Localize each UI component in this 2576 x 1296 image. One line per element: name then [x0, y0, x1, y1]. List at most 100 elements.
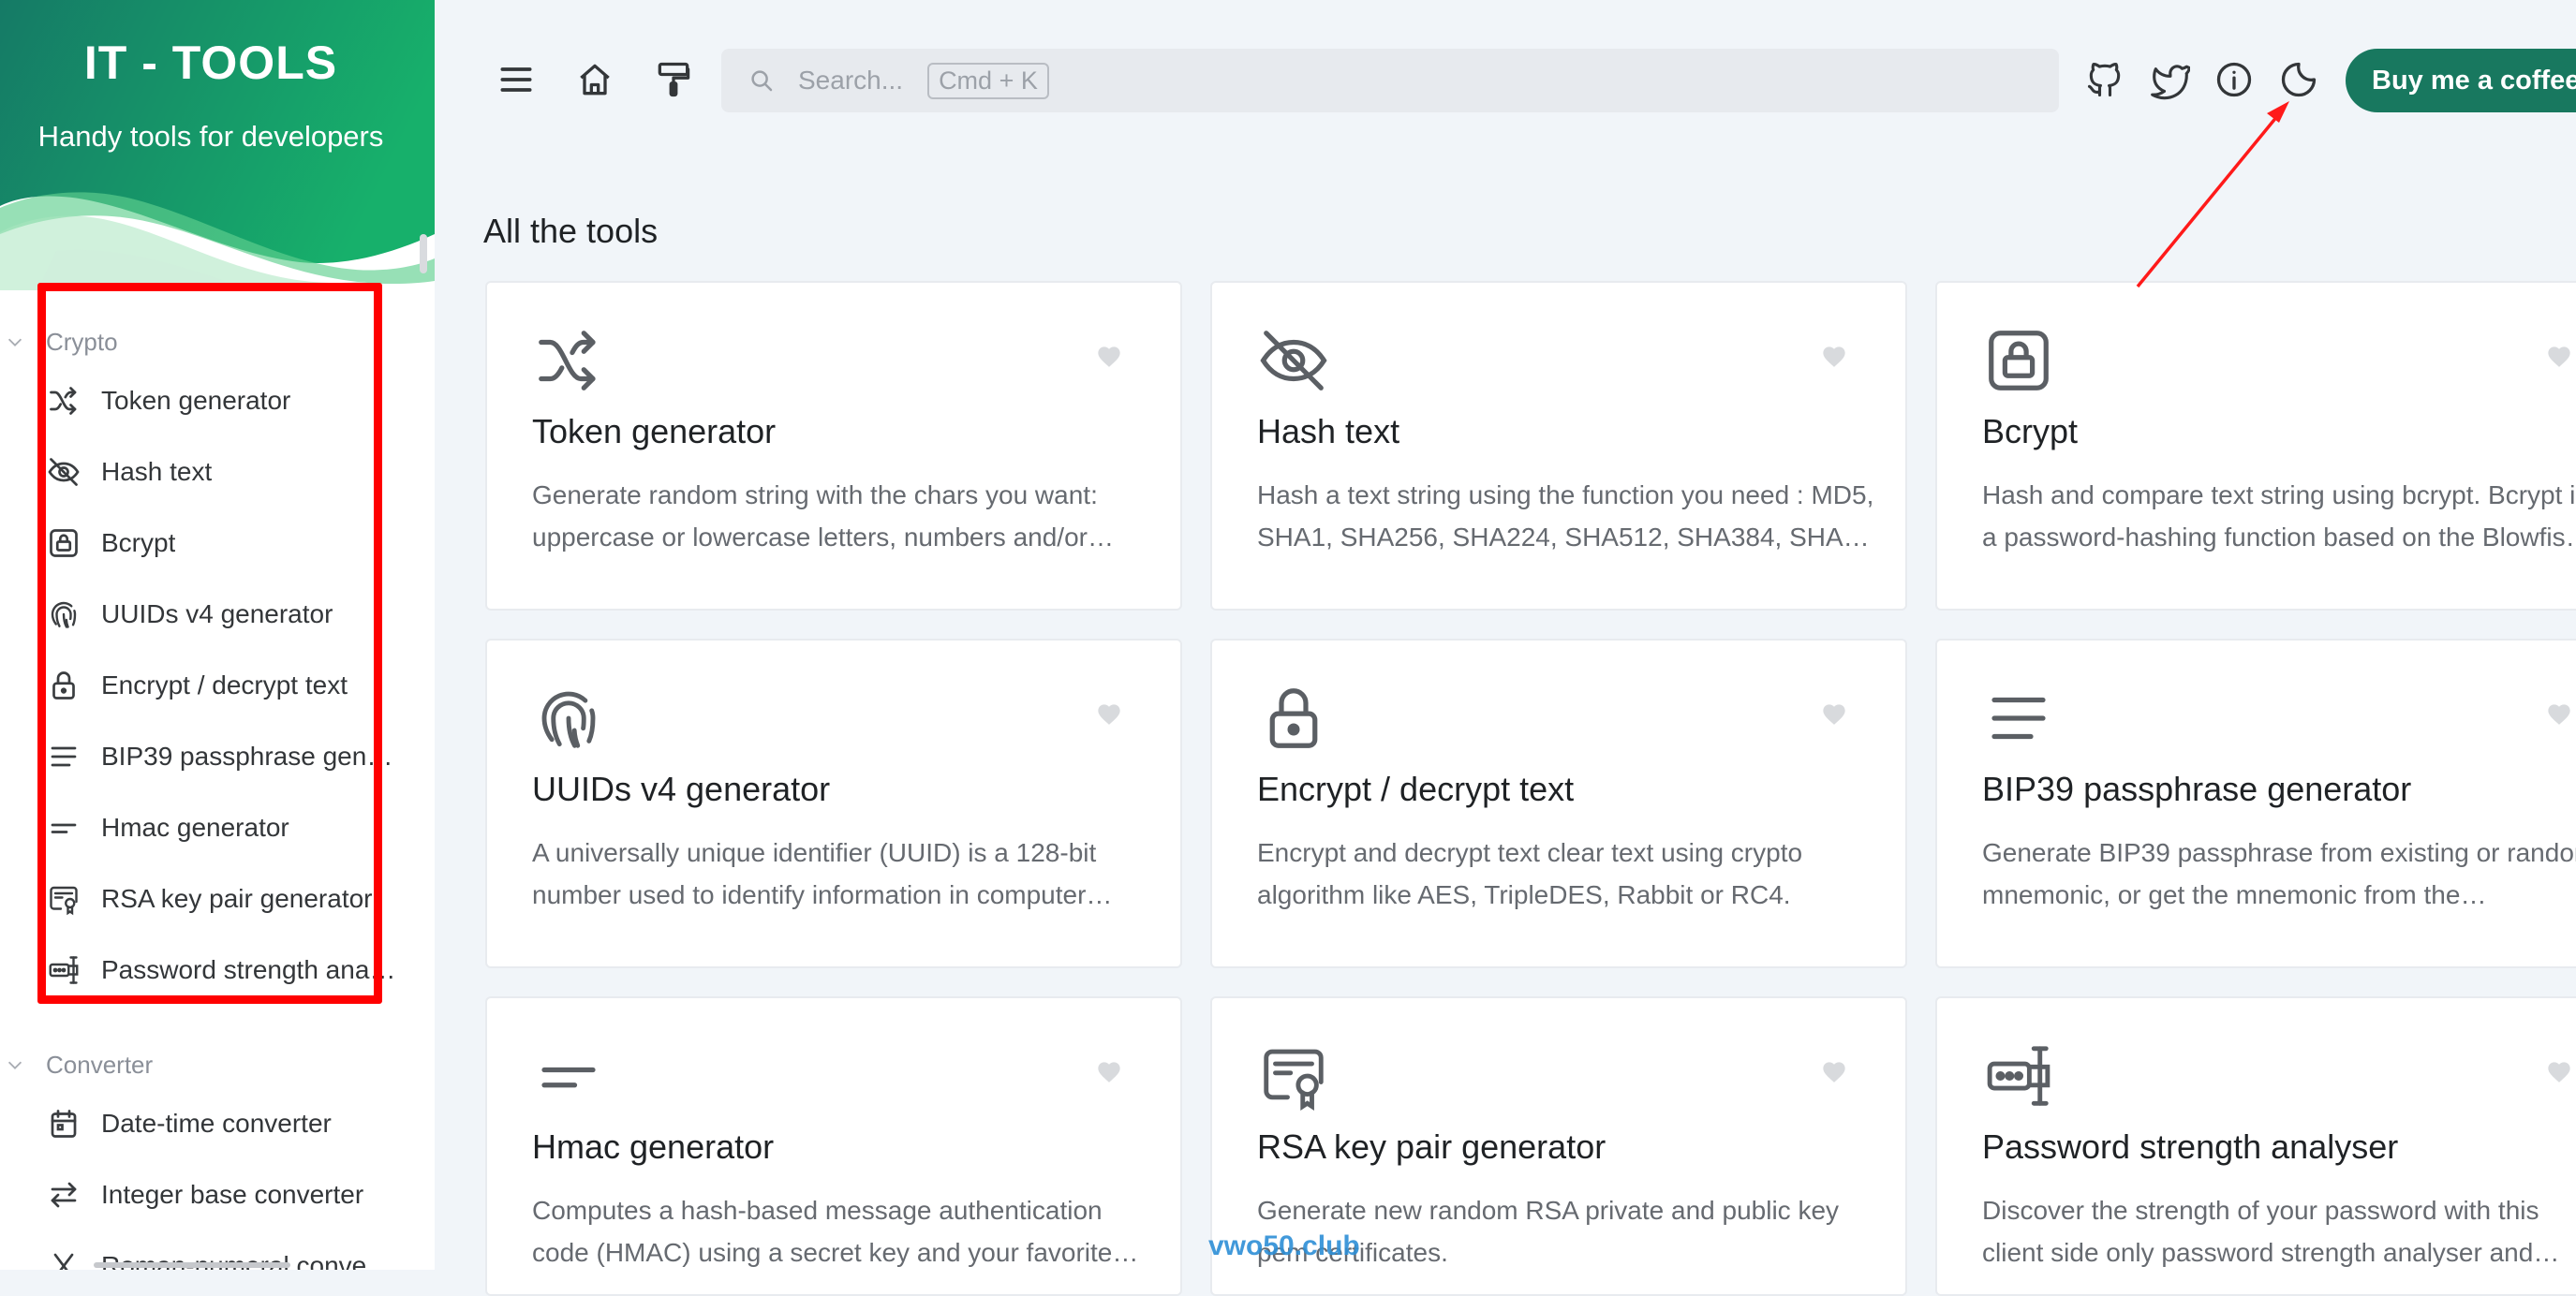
search-bar[interactable]: Search... Cmd + K: [721, 49, 2059, 112]
moon-icon: [2281, 62, 2317, 97]
fingerprint-icon: [541, 691, 596, 748]
tool-card-title: Token generator: [532, 412, 777, 450]
tool-card-title: Hash text: [1257, 412, 1400, 450]
sidebar-item-encrypt-decrypt[interactable]: Encrypt / decrypt text: [47, 659, 403, 712]
chevron-down-icon: [7, 338, 22, 346]
about-button[interactable]: [2203, 49, 2265, 110]
twitter-link[interactable]: [2139, 49, 2200, 110]
ui-library-button[interactable]: [643, 49, 704, 110]
sidebar: IT - TOOLS Handy tools for developers Cr…: [0, 0, 435, 1270]
hamburger-menu-icon: [500, 67, 532, 92]
menu-group-label: Crypto: [46, 327, 118, 356]
tool-card-description: Generate BIP39 passphrase from existing …: [1982, 838, 2576, 909]
brand-hero[interactable]: IT - TOOLS Handy tools for developers: [0, 0, 435, 290]
search-shortcut-hint: Cmd + K: [927, 62, 1049, 99]
menu-group-label: Converter: [46, 1050, 154, 1079]
arrows-left-right-icon: [51, 1182, 77, 1208]
tool-card-hmac[interactable]: Hmac generator Computes a hash-based mes…: [485, 996, 1182, 1296]
tool-card-token-generator[interactable]: Token generator Generate random string w…: [485, 281, 1182, 611]
tool-card-description: A universally unique identifier (UUID) i…: [532, 838, 1097, 909]
sidebar-item-hmac[interactable]: Hmac generator: [47, 802, 403, 854]
heart-favorite-icon[interactable]: [2546, 702, 2572, 729]
sidebar-item-hash-text[interactable]: Hash text: [47, 446, 403, 498]
twitter-icon: [2151, 65, 2190, 100]
sidebar-item-password-strength[interactable]: Password strength analyser: [47, 944, 403, 996]
search-placeholder: Search...: [798, 66, 904, 95]
heart-favorite-icon[interactable]: [1821, 345, 1847, 371]
tool-card-title: BIP39 passphrase generator: [1982, 770, 2412, 808]
sidebar-item-label: Bcrypt: [101, 528, 176, 557]
github-icon: [2087, 63, 2121, 97]
sidebar-item-uuids-generator[interactable]: UUIDs v4 generator: [47, 588, 403, 641]
short-text-icon: [51, 823, 77, 833]
eye-off-icon: [48, 458, 80, 486]
sidebar-item-bip39[interactable]: BIP39 passphrase generator: [47, 730, 403, 783]
lock-square-icon: [1989, 331, 2049, 390]
dark-mode-toggle[interactable]: [2268, 49, 2330, 110]
menu-group-converter[interactable]: Converter: [0, 1046, 153, 1083]
sidebar-item-bcrypt[interactable]: Bcrypt: [47, 517, 403, 569]
tool-card-title: UUIDs v4 generator: [532, 770, 831, 808]
home-icon: [580, 64, 610, 96]
heart-favorite-icon[interactable]: [2546, 345, 2572, 371]
password-icon: [1987, 1046, 2050, 1106]
menu-group-crypto[interactable]: Crypto: [0, 323, 118, 361]
paint-roller-icon: [658, 62, 690, 97]
certificate-icon: [50, 886, 78, 916]
tool-card-title: RSA key pair generator: [1257, 1127, 1606, 1166]
tool-card-title: Bcrypt: [1982, 412, 2079, 450]
heart-favorite-icon[interactable]: [1096, 1060, 1122, 1086]
sidebar-horizontal-scrollbar[interactable]: [94, 1262, 290, 1268]
tool-card-uuids-generator[interactable]: UUIDs v4 generator A universally unique …: [485, 639, 1182, 968]
tool-card-description: Hash and compare text string using bcryp…: [1982, 480, 2576, 552]
calendar-icon: [51, 1110, 77, 1138]
sidebar-item-label: Hash text: [101, 457, 213, 486]
heart-favorite-icon[interactable]: [1096, 345, 1122, 371]
fingerprint-icon: [51, 601, 77, 628]
watermark-text: vwo50.club: [1208, 1230, 1360, 1261]
github-link[interactable]: [2074, 49, 2136, 110]
tool-card-hash-text[interactable]: Hash text Hash a text string using the f…: [1210, 281, 1907, 611]
sidebar-scrollbar[interactable]: [420, 234, 427, 273]
heart-favorite-icon[interactable]: [2546, 1060, 2572, 1086]
lock-icon: [1269, 688, 1318, 748]
buy-me-a-coffee-button[interactable]: Buy me a coffee: [2346, 49, 2576, 112]
tool-card-title: Encrypt / decrypt text: [1257, 770, 1575, 808]
sidebar-item-label: BIP39 passphrase generator: [101, 742, 401, 771]
tool-card-password-strength[interactable]: Password strength analyser Discover the …: [1935, 996, 2576, 1296]
tool-card-description: Encrypt and decrypt text clear text usin…: [1257, 838, 1803, 909]
info-circle-icon: [2216, 62, 2252, 97]
tool-card-description: Computes a hash-based message authentica…: [532, 1196, 1113, 1267]
chevron-down-icon: [7, 1061, 22, 1069]
tool-card-encrypt-decrypt[interactable]: Encrypt / decrypt text Encrypt and decry…: [1210, 639, 1907, 968]
text-lines-icon: [51, 746, 77, 767]
tool-card-bcrypt[interactable]: Bcrypt Hash and compare text string usin…: [1935, 281, 2576, 611]
heart-favorite-icon[interactable]: [1821, 1060, 1847, 1086]
tool-card-bip39[interactable]: BIP39 passphrase generator Generate BIP3…: [1935, 639, 2576, 968]
letter-x-icon: [53, 1253, 74, 1270]
sidebar-item-token-generator[interactable]: Token generator: [47, 375, 403, 427]
sidebar-item-integer-base-converter[interactable]: Integer base converter: [47, 1169, 403, 1221]
app-title: IT - TOOLS: [83, 37, 338, 89]
sidebar-item-label: Token generator: [101, 386, 291, 415]
heart-favorite-icon[interactable]: [1096, 702, 1122, 729]
lock-icon: [52, 671, 75, 700]
short-text-icon: [541, 1067, 596, 1088]
shuffle-icon: [50, 387, 77, 415]
password-icon: [49, 956, 79, 984]
sidebar-item-label: Integer base converter: [101, 1180, 364, 1209]
certificate-icon: [1264, 1049, 1324, 1112]
heart-favorite-icon[interactable]: [1821, 702, 1847, 729]
menu-toggle-button[interactable]: [485, 49, 547, 110]
section-title: All the tools: [483, 212, 659, 250]
tool-card-title: Hmac generator: [532, 1127, 775, 1166]
sidebar-item-label: Date-time converter: [101, 1109, 332, 1138]
eye-off-icon: [1260, 331, 1327, 390]
text-lines-icon: [1991, 697, 2046, 740]
home-button[interactable]: [564, 49, 626, 110]
lock-square-icon: [50, 529, 78, 557]
tool-card-description: Discover the strength of your password w…: [1982, 1196, 2539, 1267]
sidebar-item-label: Hmac generator: [101, 813, 289, 842]
sidebar-item-rsa[interactable]: RSA key pair generator: [47, 873, 403, 925]
sidebar-item-date-time-converter[interactable]: Date-time converter: [47, 1097, 403, 1150]
